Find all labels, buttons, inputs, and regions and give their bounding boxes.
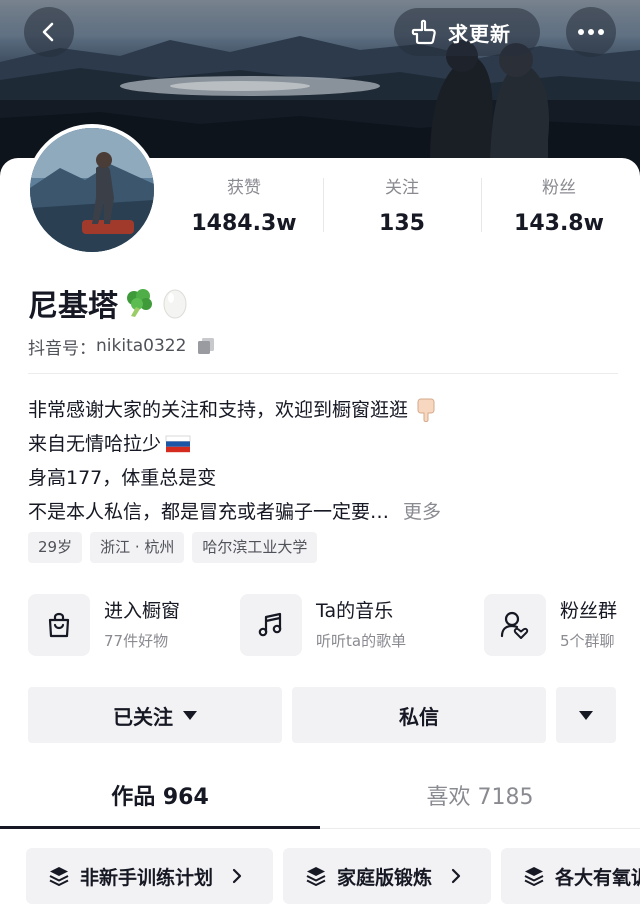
service-title: 粉丝群 [560, 600, 618, 622]
tab-likes[interactable]: 喜欢 7185 [320, 776, 640, 820]
broccoli-emoji [127, 289, 152, 317]
back-button[interactable] [24, 7, 74, 57]
service-title: 进入橱窗 [104, 600, 181, 622]
bio-line: 不是本人私信，都是冒充或者骗子一定要… 更多 [28, 495, 618, 529]
followers-label: 粉丝 [542, 178, 576, 198]
bio-more-link[interactable]: 更多 [403, 495, 441, 529]
bio-line: 来自无情哈拉少 [28, 427, 618, 461]
recommend-dropdown-button[interactable] [556, 687, 616, 743]
collection-chip-label: 各大有氧训练 [555, 866, 640, 889]
bio-line: 身高177，体重总是变 [28, 461, 618, 495]
layers-icon [49, 867, 69, 886]
collection-chip-label: 非新手训练计划 [80, 866, 214, 889]
location-tag[interactable]: 浙江 · 杭州 [90, 532, 185, 563]
followers-stat[interactable]: 粉丝 143.8w [489, 176, 629, 238]
more-options-button[interactable] [566, 7, 616, 57]
bio-line-text: 非常感谢大家的关注和支持，欢迎到橱窗逛逛 [28, 399, 409, 421]
music-note-icon [258, 612, 282, 637]
likes-label: 获赞 [227, 178, 261, 198]
stat-divider [323, 178, 324, 232]
bio-line: 非常感谢大家的关注和支持，欢迎到橱窗逛逛 [28, 393, 618, 427]
profile-bio[interactable]: 非常感谢大家的关注和支持，欢迎到橱窗逛逛 来自无情哈拉少 身高177，体重总是变… [28, 393, 618, 529]
service-icon-box [484, 594, 546, 656]
collection-chip[interactable]: 非新手训练计划 [26, 848, 273, 904]
service-subtitle: 听听ta的歌单 [316, 632, 407, 650]
layers-icon [306, 867, 326, 886]
service-icon-box [28, 594, 90, 656]
pointing-down-hand-emoji [417, 398, 435, 422]
bio-line-text: 身高177，体重总是变 [28, 467, 217, 489]
bio-line-text: 来自无情哈拉少 [28, 433, 162, 455]
age-tag: 29岁 [28, 532, 83, 563]
section-divider [28, 373, 618, 374]
request-update-button[interactable]: 求更新 [394, 8, 540, 56]
profile-name-row: 尼基塔 [28, 283, 190, 324]
more-dots-icon [578, 29, 604, 35]
collection-chip-label: 家庭版锻炼 [337, 866, 433, 889]
layers-icon [524, 867, 544, 886]
likes-stat[interactable]: 获赞 1484.3w [174, 176, 314, 238]
service-subtitle: 5个群聊 [560, 632, 615, 650]
school-tag[interactable]: 哈尔滨工业大学 [192, 532, 318, 563]
pointing-hand-icon [411, 19, 436, 45]
fan-group-icon [500, 611, 529, 639]
followed-button[interactable]: 已关注 [28, 687, 282, 743]
russian-flag-emoji [165, 435, 191, 453]
message-button[interactable]: 私信 [292, 687, 546, 743]
likes-count: 1484.3w [191, 211, 297, 236]
collection-chip[interactable]: 家庭版锻炼 [283, 848, 491, 904]
following-label: 关注 [385, 178, 419, 198]
profile-name: 尼基塔 [28, 289, 118, 324]
collection-chip[interactable]: 各大有氧训练 [501, 848, 640, 904]
request-update-label: 求更新 [448, 21, 511, 46]
copy-icon[interactable] [196, 336, 216, 356]
shopping-bag-icon [48, 612, 70, 638]
following-count: 135 [379, 211, 425, 236]
stat-divider [481, 178, 482, 232]
service-icon-box [240, 594, 302, 656]
message-label: 私信 [399, 704, 439, 729]
avatar[interactable] [26, 124, 158, 256]
account-id-value: nikita0322 [96, 336, 187, 356]
music-entry[interactable]: Ta的音乐 听听ta的歌单 [240, 593, 406, 657]
tab-active-indicator [0, 826, 320, 829]
profile-tags: 29岁 浙江 · 杭州 哈尔滨工业大学 [28, 532, 318, 563]
caret-down-icon [579, 710, 593, 720]
service-title: Ta的音乐 [316, 600, 394, 622]
chevron-right-icon [451, 868, 461, 884]
following-stat[interactable]: 关注 135 [332, 176, 472, 238]
account-id-row: 抖音号： nikita0322 [28, 333, 216, 359]
followed-label: 已关注 [113, 704, 173, 729]
chevron-right-icon [232, 868, 242, 884]
service-subtitle: 77件好物 [104, 632, 169, 650]
fan-group-entry[interactable]: 粉丝群 5个群聊 [484, 593, 617, 657]
caret-down-icon [183, 710, 197, 720]
shop-window-entry[interactable]: 进入橱窗 77件好物 [28, 593, 180, 657]
egg-emoji [163, 289, 187, 319]
tab-works[interactable]: 作品 964 [0, 776, 320, 820]
avatar-photo [30, 128, 154, 252]
account-id-label: 抖音号： [28, 338, 96, 359]
bio-line-text: 不是本人私信，都是冒充或者骗子一定要… [28, 501, 390, 523]
back-arrow-icon [42, 22, 54, 42]
followers-count: 143.8w [514, 211, 604, 236]
